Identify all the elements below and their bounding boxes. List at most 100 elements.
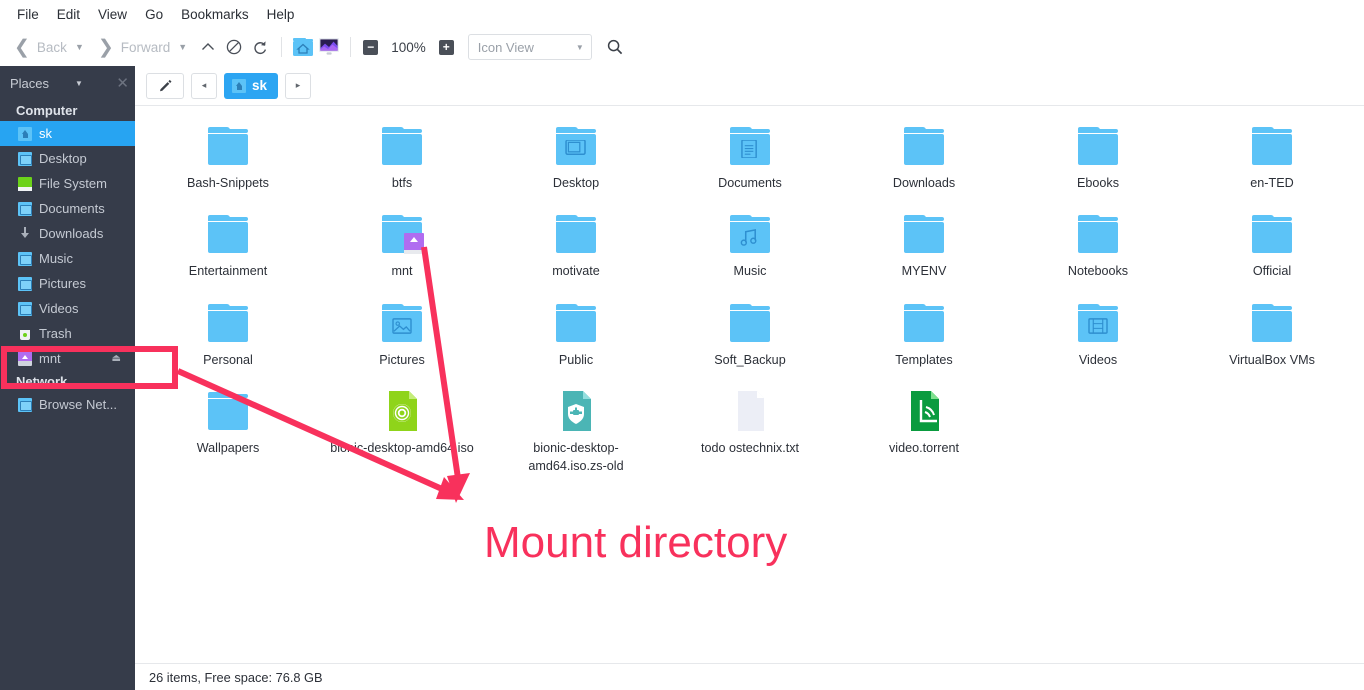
sidebar-item-trash[interactable]: Trash xyxy=(0,321,135,346)
home-icon xyxy=(232,79,246,93)
back-button[interactable]: ❮ Back xyxy=(8,32,71,62)
sidebar-item-music[interactable]: Music xyxy=(0,246,135,271)
file-item[interactable]: Soft_Backup xyxy=(663,294,837,369)
forward-button[interactable]: ❯ Forward xyxy=(92,32,174,62)
eject-icon[interactable]: ⏏ xyxy=(112,353,121,364)
removable-media-icon xyxy=(18,352,32,366)
toolbar: ❮ Back ▼ ❯ Forward ▼ xyxy=(0,28,1364,66)
file-label: Personal xyxy=(203,352,253,369)
display-monitor-icon xyxy=(316,36,342,58)
file-item[interactable]: bionic-desktop-amd64.iso xyxy=(315,382,489,475)
file-icon xyxy=(204,211,252,257)
edit-path-button[interactable] xyxy=(146,73,184,99)
file-label: MYENV xyxy=(902,263,947,280)
file-icon xyxy=(378,211,426,257)
search-icon xyxy=(606,38,624,56)
file-list-view[interactable]: Bash-Snippets btfsDesktop Documents Downloa… xyxy=(135,107,1364,663)
file-item[interactable]: Pictures xyxy=(315,294,489,369)
file-item[interactable]: en-TED xyxy=(1185,117,1359,192)
file-item[interactable]: Official xyxy=(1185,205,1359,280)
stop-icon xyxy=(225,38,243,56)
file-icon xyxy=(726,300,774,346)
zoom-out-button[interactable]: − xyxy=(359,32,382,62)
file-item[interactable]: Downloads xyxy=(837,117,1011,192)
file-item[interactable]: bionic-desktop-amd64.iso.zs-old xyxy=(489,382,663,475)
file-item[interactable]: video.torrent xyxy=(837,382,1011,475)
chevron-down-icon[interactable]: ▼ xyxy=(75,79,83,88)
folder-icon xyxy=(18,202,32,216)
crumb-scroll-right-button[interactable]: ▸ xyxy=(285,73,311,99)
places-title: Places xyxy=(10,76,49,91)
menu-help[interactable]: Help xyxy=(258,4,304,25)
file-item[interactable]: motivate xyxy=(489,205,663,280)
search-button[interactable] xyxy=(602,34,628,60)
menu-view[interactable]: View xyxy=(89,4,136,25)
sidebar-item-downloads[interactable]: Downloads xyxy=(0,221,135,246)
sidebar-item-mnt[interactable]: mnt ⏏ xyxy=(0,346,135,371)
stop-button[interactable] xyxy=(221,34,247,60)
file-item[interactable]: Documents xyxy=(663,117,837,192)
file-icon xyxy=(1074,123,1122,169)
file-item[interactable]: Ebooks xyxy=(1011,117,1185,192)
file-label: Music xyxy=(734,263,767,280)
view-mode-select[interactable]: Icon View ▼ xyxy=(468,34,592,60)
file-label: Downloads xyxy=(893,175,955,192)
breadcrumb-item-sk[interactable]: sk xyxy=(224,73,278,99)
file-item[interactable]: Notebooks xyxy=(1011,205,1185,280)
file-item[interactable]: Personal xyxy=(141,294,315,369)
file-label: Official xyxy=(1253,263,1291,280)
home-folder-button[interactable] xyxy=(290,34,316,60)
back-history-caret-icon[interactable]: ▼ xyxy=(71,43,92,52)
file-label: Videos xyxy=(1079,352,1117,369)
trash-icon xyxy=(18,327,32,341)
file-label: Bash-Snippets xyxy=(187,175,269,192)
sidebar-item-pictures[interactable]: Pictures xyxy=(0,271,135,296)
file-item[interactable]: Bash-Snippets xyxy=(141,117,315,192)
file-label: Documents xyxy=(718,175,782,192)
forward-history-caret-icon[interactable]: ▼ xyxy=(174,43,195,52)
menu-bookmarks[interactable]: Bookmarks xyxy=(172,4,258,25)
parent-folder-button[interactable] xyxy=(195,34,221,60)
file-item[interactable]: Music xyxy=(663,205,837,280)
sidebar-item-label: Videos xyxy=(39,301,79,316)
sidebar-item-file-system[interactable]: File System xyxy=(0,171,135,196)
file-item[interactable]: Entertainment xyxy=(141,205,315,280)
file-item[interactable]: Templates xyxy=(837,294,1011,369)
file-item[interactable]: mnt xyxy=(315,205,489,280)
file-item[interactable]: Public xyxy=(489,294,663,369)
desktop-button[interactable] xyxy=(316,34,342,60)
sidebar-item-label: Documents xyxy=(39,201,105,216)
file-item[interactable]: VirtualBox VMs xyxy=(1185,294,1359,369)
file-icon xyxy=(726,388,774,434)
sidebar-item-browse-network[interactable]: Browse Net... xyxy=(0,392,135,417)
toolbar-divider-2 xyxy=(350,37,351,57)
file-item[interactable]: Videos xyxy=(1011,294,1185,369)
menu-edit[interactable]: Edit xyxy=(48,4,89,25)
sidebar-item-sk[interactable]: sk xyxy=(0,121,135,146)
file-icon xyxy=(900,300,948,346)
file-item[interactable]: todo ostechnix.txt xyxy=(663,382,837,475)
crumb-scroll-left-button[interactable]: ◂ xyxy=(191,73,217,99)
menu-go[interactable]: Go xyxy=(136,4,172,25)
chevron-left-icon: ❮ xyxy=(12,38,32,57)
folder-icon xyxy=(18,277,32,291)
sidebar-item-label: Browse Net... xyxy=(39,397,117,412)
file-icon xyxy=(1074,211,1122,257)
zoom-in-button[interactable]: + xyxy=(435,32,458,62)
file-item[interactable]: MYENV xyxy=(837,205,1011,280)
file-item[interactable]: Desktop xyxy=(489,117,663,192)
file-label: Wallpapers xyxy=(197,440,260,457)
sidebar-item-desktop[interactable]: Desktop xyxy=(0,146,135,171)
close-icon[interactable]: ✕ xyxy=(116,76,129,91)
file-icon xyxy=(1248,211,1296,257)
sidebar-item-documents[interactable]: Documents xyxy=(0,196,135,221)
sidebar-group-network: Network xyxy=(0,371,135,392)
file-item[interactable]: Wallpapers xyxy=(141,382,315,475)
file-label: motivate xyxy=(552,263,600,280)
menu-file[interactable]: File xyxy=(8,4,48,25)
breadcrumb: ◂ sk ▸ xyxy=(135,66,1364,106)
sidebar-item-label: Pictures xyxy=(39,276,86,291)
sidebar-item-videos[interactable]: Videos xyxy=(0,296,135,321)
file-item[interactable]: btfs xyxy=(315,117,489,192)
reload-button[interactable] xyxy=(247,34,273,60)
